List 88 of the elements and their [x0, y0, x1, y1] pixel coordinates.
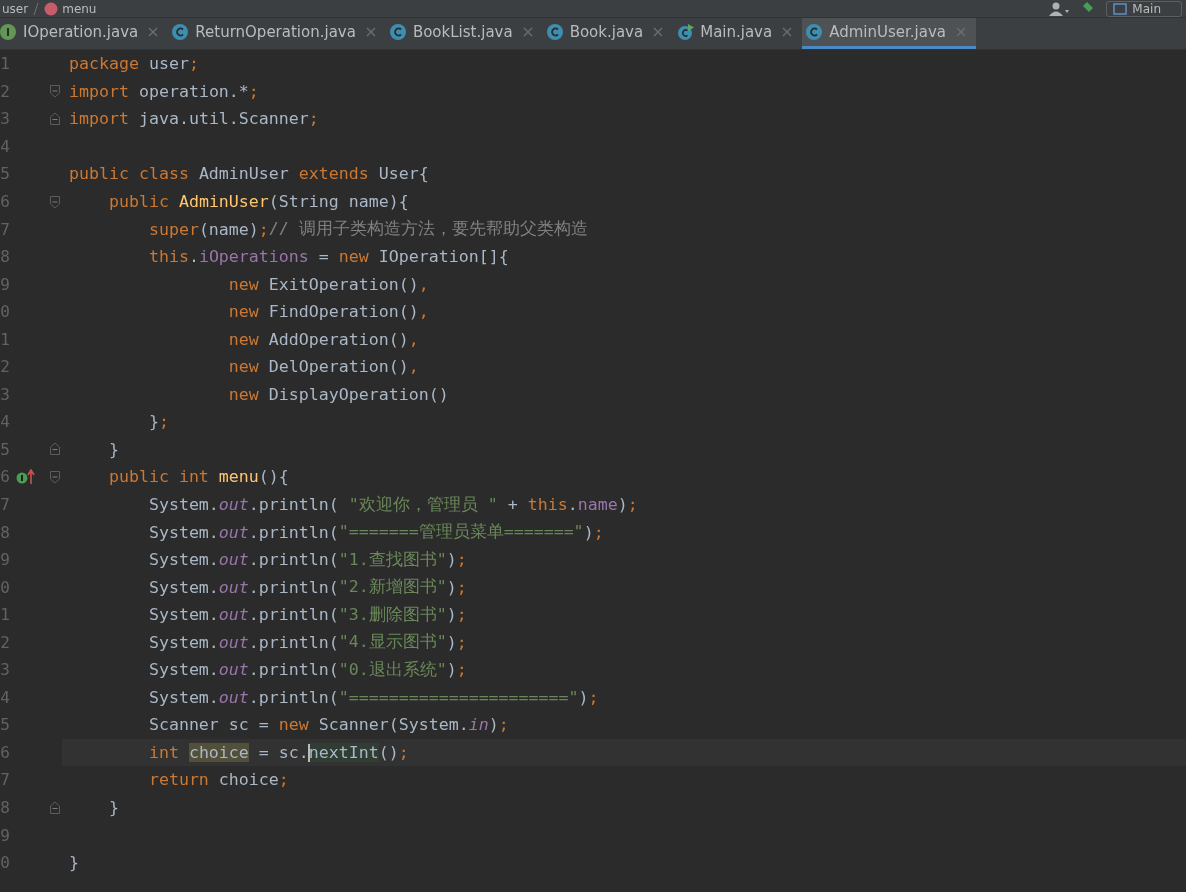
application-icon: [1113, 2, 1128, 15]
code-line: System.out.println( "欢迎你，管理员 " + this.name);: [147, 493, 639, 516]
line-number: 0: [0, 577, 10, 597]
line-number: 2: [0, 632, 10, 652]
code-line: new DelOperation(),: [227, 356, 420, 379]
runnable-class-icon: [677, 23, 695, 41]
code-line: System.out.println("=======管理员菜单=======");: [147, 521, 605, 544]
code-line: this.iOperations = new IOperation[]{: [147, 246, 510, 269]
code-line: new AddOperation(),: [227, 328, 420, 351]
line-number: 8: [0, 522, 10, 542]
fold-icon[interactable]: [49, 84, 61, 99]
line-number: 1: [0, 605, 10, 625]
code-line: System.out.println("4.显示图书");: [147, 631, 468, 654]
line-number: 9: [0, 274, 10, 294]
close-icon[interactable]: [365, 27, 376, 37]
line-number: 0: [0, 302, 10, 322]
line-number: 1: [0, 329, 10, 349]
code-line: public AdminUser(String name){: [107, 191, 410, 213]
line-number: 3: [0, 660, 10, 680]
line-number: 7: [0, 495, 10, 514]
line-number: 2: [0, 357, 10, 377]
close-icon[interactable]: [148, 27, 159, 37]
method-icon: [44, 1, 59, 16]
line-number: 6: [0, 742, 10, 762]
line-number: 1: [0, 54, 10, 74]
class-icon: [389, 23, 407, 41]
breadcrumb-item[interactable]: user: [2, 1, 29, 16]
code-line: System.out.println("1.查找图书");: [147, 548, 468, 572]
code-line: new ExitOperation(),: [227, 273, 430, 296]
code-line: System.out.println("======================");: [147, 686, 600, 709]
line-number: 4: [0, 687, 10, 707]
line-number: 3: [0, 384, 10, 404]
code-line: };: [147, 411, 170, 434]
close-icon[interactable]: [782, 27, 793, 37]
line-number: 9: [0, 550, 10, 570]
class-icon: [806, 23, 824, 41]
separator-icon: [32, 1, 41, 16]
user-icon[interactable]: [1048, 1, 1071, 16]
code-line: System.out.println("0.退出系统");: [147, 658, 468, 682]
fold-icon[interactable]: [49, 469, 61, 484]
breadcrumb-item[interactable]: menu: [62, 1, 97, 16]
close-icon[interactable]: [522, 27, 533, 37]
line-number: 0: [0, 853, 10, 873]
code-line: }: [107, 797, 120, 820]
editor-tab[interactable]: IOperation.java: [0, 18, 169, 49]
code-line: Scanner sc = new Scanner(System.in);: [147, 714, 510, 737]
editor-tab[interactable]: Book.java: [542, 18, 674, 49]
editor-tab[interactable]: BookList.java: [385, 18, 543, 49]
code-line: new FindOperation(),: [227, 301, 430, 324]
line-number: 8: [0, 247, 10, 267]
implements-marker-icon[interactable]: [16, 468, 36, 485]
line-number: 4: [0, 412, 10, 432]
line-number: 6: [0, 467, 10, 487]
code-line: import operation.*;: [68, 80, 260, 103]
class-icon: [546, 23, 564, 41]
code-line: }: [68, 852, 80, 875]
line-number: 5: [0, 439, 10, 459]
fold-end-icon[interactable]: [49, 111, 61, 126]
line-number: 7: [0, 219, 10, 239]
code-line: new DisplayOperation(): [227, 383, 450, 406]
code-line: super(name);// 调用子类构造方法，要先帮助父类构造: [147, 218, 589, 241]
fold-end-icon[interactable]: [49, 442, 61, 457]
close-icon[interactable]: [956, 27, 967, 37]
line-number: 3: [0, 109, 10, 129]
line-number: 4: [0, 136, 10, 156]
line-number: 2: [0, 81, 10, 101]
line-number: 6: [0, 192, 10, 211]
code-line: package user;: [68, 53, 200, 76]
fold-end-icon[interactable]: [49, 800, 61, 815]
code-line: System.out.println("2.新增图书");: [147, 576, 468, 599]
code-line: }: [107, 438, 120, 461]
code-line: System.out.println("3.删除图书");: [147, 603, 468, 627]
editor-tab[interactable]: AdminUser.java: [802, 18, 977, 49]
code-line: return choice;: [147, 769, 290, 792]
code-line: public class AdminUser extends User{: [68, 163, 430, 186]
editor-tab[interactable]: ReturnOperation.java: [168, 18, 386, 49]
fold-icon[interactable]: [49, 194, 61, 209]
line-number: 8: [0, 798, 10, 818]
line-number: 7: [0, 770, 10, 790]
class-icon: [172, 23, 190, 41]
code-line: public int menu(){: [107, 466, 290, 489]
code-line: import java.util.Scanner;: [68, 108, 320, 131]
line-number: 9: [0, 825, 10, 845]
line-number: 5: [0, 164, 10, 184]
close-icon[interactable]: [653, 27, 664, 37]
line-number: 5: [0, 715, 10, 735]
run-configuration-dropdown[interactable]: Main: [1106, 0, 1182, 17]
editor-tab[interactable]: Main.java: [673, 18, 803, 49]
